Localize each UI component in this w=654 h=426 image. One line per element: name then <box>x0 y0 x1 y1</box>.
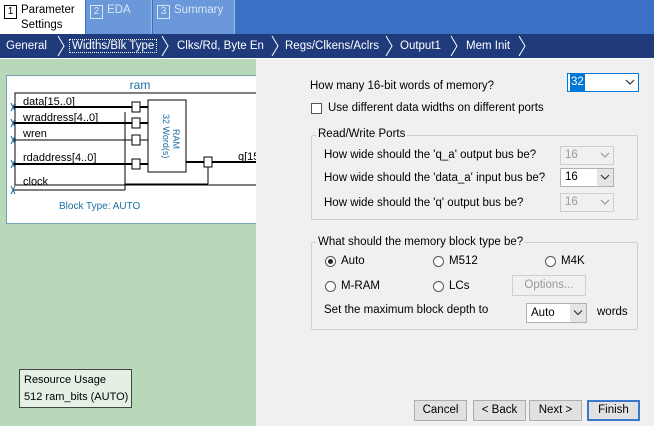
tab-label: Summary <box>174 4 224 16</box>
data-a-width-value: 16 <box>565 171 578 183</box>
parameter-subtabs: General Widths/Blk Type Clks/Rd, Byte En… <box>0 34 654 59</box>
words-value: 32 <box>570 74 585 91</box>
tab-label: EDA <box>107 4 131 16</box>
subtab-general[interactable]: General <box>6 34 47 58</box>
ram-block-words: 32 Word(s) <box>161 114 171 158</box>
port-data: data[15..0] <box>23 96 75 108</box>
radio-m4k[interactable] <box>545 256 556 267</box>
chevron-right-icon <box>518 35 526 57</box>
tab-eda[interactable]: 2 EDA <box>86 0 152 34</box>
radio-m-ram[interactable] <box>325 281 336 292</box>
finish-button[interactable]: Finish <box>587 400 640 421</box>
chevron-down-icon <box>625 79 635 85</box>
ram-schematic: ram data[15..0] wraddress[4..0] wren rda… <box>10 78 275 212</box>
q-question: How wide should the 'q' output bus be? <box>324 197 524 209</box>
block-type-label: Block Type: AUTO <box>59 201 141 212</box>
q-width-dropdown[interactable]: 16 <box>560 193 614 212</box>
q-a-width-dropdown[interactable]: 16 <box>560 146 614 165</box>
ram-symbol-diagram: ram data[15..0] wraddress[4..0] wren rda… <box>6 75 279 224</box>
subtab-widths-blk-type[interactable]: Widths/Blk Type <box>69 34 158 58</box>
chevron-right-icon <box>161 35 169 57</box>
data-a-width-dropdown[interactable]: 16 <box>560 168 614 187</box>
tab-label-line2: Settings <box>21 19 63 31</box>
block-depth-dropdown[interactable]: Auto <box>526 303 587 323</box>
chevron-down-icon <box>600 199 610 205</box>
tab-label: Parameter <box>21 4 75 16</box>
port-clock: clock <box>23 176 49 188</box>
tab-summary[interactable]: 3 Summary <box>153 0 235 34</box>
chevron-right-icon <box>385 35 393 57</box>
tab-number: 2 <box>90 5 103 19</box>
ram-block-label: RAM <box>171 129 181 149</box>
diff-widths-label: Use different data widths on different p… <box>328 102 544 114</box>
radio-auto-label: Auto <box>341 255 365 267</box>
chevron-right-icon <box>57 35 65 57</box>
radio-m-ram-label: M-RAM <box>341 280 380 292</box>
chevron-down-icon <box>597 169 613 186</box>
memory-block-title: What should the memory block type be? <box>316 236 526 248</box>
words-question: How many 16-bit words of memory? <box>310 80 495 92</box>
subtab-mem-init[interactable]: Mem Init <box>466 34 510 58</box>
wizard-page-tabs: 1 Parameter Settings 2 EDA 3 Summary <box>0 0 654 34</box>
words-dropdown[interactable]: 32 <box>567 73 639 92</box>
q-a-question: How wide should the 'q_a' output bus be? <box>324 149 537 161</box>
port-wraddress: wraddress[4..0] <box>22 112 98 124</box>
q-width-value: 16 <box>565 196 578 208</box>
tab-parameter-settings[interactable]: 1 Parameter Settings <box>0 0 85 34</box>
data-a-question: How wide should the 'data_a' input bus b… <box>324 172 546 184</box>
radio-m512-label: M512 <box>449 255 478 267</box>
tab-number: 3 <box>157 5 170 19</box>
next-button[interactable]: Next > <box>529 400 582 421</box>
chevron-down-icon <box>570 304 586 322</box>
radio-m4k-label: M4K <box>561 255 585 267</box>
radio-lcs[interactable] <box>433 281 444 292</box>
block-depth-label: Set the maximum block depth to <box>324 304 489 316</box>
cancel-button[interactable]: Cancel <box>414 400 467 421</box>
chevron-down-icon <box>600 152 610 158</box>
tab-number: 1 <box>4 5 17 19</box>
subtab-clks-rd-byte-en[interactable]: Clks/Rd, Byte En <box>177 34 264 58</box>
resource-usage-value: 512 ram_bits (AUTO) <box>19 388 132 408</box>
radio-auto[interactable] <box>325 256 336 267</box>
subtab-regs-clkens-aclrs[interactable]: Regs/Clkens/Aclrs <box>285 34 379 58</box>
port-wren: wren <box>22 128 47 140</box>
diff-widths-checkbox[interactable] <box>311 103 322 114</box>
chevron-right-icon <box>450 35 458 57</box>
radio-lcs-label: LCs <box>449 280 470 292</box>
q-a-width-value: 16 <box>565 149 578 161</box>
resource-usage-title: Resource Usage <box>19 369 132 389</box>
port-rdaddress: rdaddress[4..0] <box>23 152 96 164</box>
diagram-title: ram <box>130 78 151 92</box>
chevron-right-icon <box>271 35 279 57</box>
options-button[interactable]: Options... <box>512 275 586 296</box>
subtab-output1[interactable]: Output1 <box>400 34 441 58</box>
back-button[interactable]: < Back <box>473 400 526 421</box>
read-write-ports-title: Read/Write Ports <box>316 128 408 140</box>
radio-m512[interactable] <box>433 256 444 267</box>
block-depth-unit: words <box>597 306 628 318</box>
block-depth-value: Auto <box>531 307 555 319</box>
